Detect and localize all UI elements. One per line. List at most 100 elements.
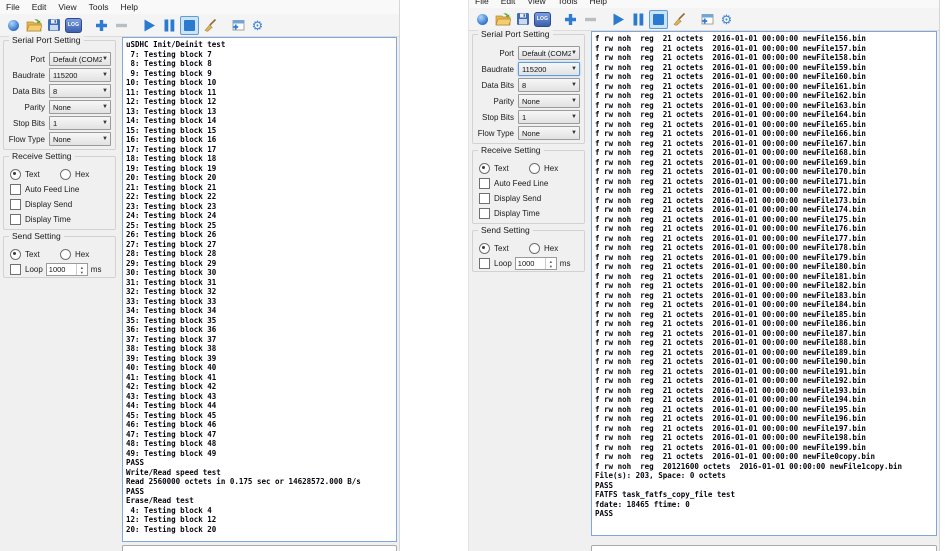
stepper-arrows-icon[interactable]: ▲▼ xyxy=(545,258,556,269)
databits-select[interactable]: 8▼ xyxy=(518,78,580,92)
group-title: Receive Setting xyxy=(478,145,544,155)
menu-bar: File Edit View Tools Help xyxy=(0,0,399,14)
pause-icon xyxy=(632,13,645,26)
parity-label: Parity xyxy=(4,103,45,112)
parity-select[interactable]: None▼ xyxy=(49,100,111,114)
send-setting-group: Send Setting Text Hex Loop 1000▲▼ ms xyxy=(472,230,585,272)
gear-icon: ⚙ xyxy=(252,19,264,32)
new-window-button[interactable] xyxy=(228,16,247,35)
port-label: Port xyxy=(473,49,514,58)
display-send-checkbox[interactable]: Display Send xyxy=(479,192,579,205)
display-send-checkbox[interactable]: Display Send xyxy=(10,198,110,211)
menu-help[interactable]: Help xyxy=(114,0,143,14)
stop-button[interactable] xyxy=(649,10,668,29)
receive-hex-radio[interactable]: Hex xyxy=(60,169,110,180)
stepper-arrows-icon[interactable]: ▲▼ xyxy=(76,264,87,275)
flowtype-select[interactable]: None▼ xyxy=(518,126,580,140)
save-button[interactable] xyxy=(513,10,532,29)
chevron-down-icon: ▼ xyxy=(571,66,577,72)
baudrate-select[interactable]: 115200▼ xyxy=(49,68,111,82)
flowtype-select[interactable]: None▼ xyxy=(49,132,111,146)
menu-view[interactable]: View xyxy=(521,0,551,8)
display-time-checkbox[interactable]: Display Time xyxy=(10,213,110,226)
save-icon xyxy=(47,18,61,32)
parity-select[interactable]: None▼ xyxy=(518,94,580,108)
menu-file[interactable]: File xyxy=(469,0,495,8)
menu-edit[interactable]: Edit xyxy=(495,0,522,8)
send-setting-group: Send Setting Text Hex Loop 1000▲▼ ms xyxy=(3,236,116,278)
open-file-button[interactable] xyxy=(24,16,43,35)
databits-label: Data Bits xyxy=(473,81,514,90)
receive-text-radio[interactable]: Text xyxy=(10,169,60,180)
menu-tools[interactable]: Tools xyxy=(83,0,115,14)
connect-button[interactable] xyxy=(4,16,23,35)
auto-feed-line-checkbox[interactable]: Auto Feed Line xyxy=(10,183,110,196)
baudrate-select[interactable]: 115200▼ xyxy=(518,62,580,76)
new-window-button[interactable] xyxy=(697,10,716,29)
menu-edit[interactable]: Edit xyxy=(26,0,53,14)
menu-file[interactable]: File xyxy=(0,0,26,14)
stopbits-select[interactable]: 1▼ xyxy=(518,110,580,124)
receive-text-radio[interactable]: Text xyxy=(479,163,529,174)
menu-help[interactable]: Help xyxy=(583,0,612,8)
serial-port-setting-group: Serial Port Setting Port Default (COM2)▼… xyxy=(3,40,116,150)
add-button[interactable] xyxy=(561,10,580,29)
send-text-radio[interactable]: Text xyxy=(479,243,529,254)
log-button[interactable]: LOG xyxy=(533,10,552,29)
open-folder-icon xyxy=(495,12,511,26)
auto-feed-line-checkbox[interactable]: Auto Feed Line xyxy=(479,177,579,190)
play-icon xyxy=(612,13,625,26)
remove-button[interactable] xyxy=(112,16,131,35)
start-button[interactable] xyxy=(609,10,628,29)
send-input[interactable] xyxy=(591,545,937,551)
receive-hex-radio[interactable]: Hex xyxy=(529,163,579,174)
pause-icon xyxy=(163,19,176,32)
remove-button[interactable] xyxy=(581,10,600,29)
loop-label: Loop xyxy=(494,259,512,268)
loop-label: Loop xyxy=(25,265,43,274)
radio-icon xyxy=(60,169,71,180)
start-button[interactable] xyxy=(140,16,159,35)
menu-view[interactable]: View xyxy=(52,0,82,14)
loop-checkbox[interactable] xyxy=(10,264,21,275)
group-title: Serial Port Setting xyxy=(9,35,84,45)
menu-bar: File Edit View Tools Help xyxy=(469,0,939,8)
loop-checkbox[interactable] xyxy=(479,258,490,269)
stopbits-select[interactable]: 1▼ xyxy=(49,116,111,130)
databits-select[interactable]: 8▼ xyxy=(49,84,111,98)
send-hex-radio[interactable]: Hex xyxy=(60,249,110,260)
open-file-button[interactable] xyxy=(493,10,512,29)
flowtype-label: Flow Type xyxy=(473,129,514,138)
clear-button[interactable] xyxy=(200,16,219,35)
chevron-down-icon: ▼ xyxy=(102,88,108,94)
connect-button[interactable] xyxy=(473,10,492,29)
save-button[interactable] xyxy=(44,16,63,35)
send-hex-radio[interactable]: Hex xyxy=(529,243,579,254)
toolbar: LOG ⚙ xyxy=(0,14,399,37)
display-time-checkbox[interactable]: Display Time xyxy=(479,207,579,220)
loop-interval-stepper[interactable]: 1000▲▼ xyxy=(515,257,557,270)
settings-button[interactable]: ⚙ xyxy=(248,16,267,35)
pause-button[interactable] xyxy=(629,10,648,29)
log-button[interactable]: LOG xyxy=(64,16,83,35)
chevron-down-icon: ▼ xyxy=(571,50,577,56)
settings-button[interactable]: ⚙ xyxy=(717,10,736,29)
console-output[interactable]: f rw noh reg 21 octets 2016-01-01 00:00:… xyxy=(591,31,937,536)
port-select[interactable]: Default (COM2)▼ xyxy=(518,46,580,60)
radio-icon xyxy=(479,243,490,254)
baudrate-label: Baudrate xyxy=(4,71,45,80)
pause-button[interactable] xyxy=(160,16,179,35)
clear-button[interactable] xyxy=(669,10,688,29)
radio-icon xyxy=(529,163,540,174)
ms-label: ms xyxy=(91,265,102,274)
console-output[interactable]: uSDHC Init/Deinit test 7: Testing block … xyxy=(122,37,397,542)
log-icon: LOG xyxy=(65,18,82,33)
port-select[interactable]: Default (COM2)▼ xyxy=(49,52,111,66)
stop-button[interactable] xyxy=(180,16,199,35)
send-input[interactable] xyxy=(122,545,397,551)
chevron-down-icon: ▼ xyxy=(571,82,577,88)
menu-tools[interactable]: Tools xyxy=(552,0,584,8)
loop-interval-stepper[interactable]: 1000▲▼ xyxy=(46,263,88,276)
send-text-radio[interactable]: Text xyxy=(10,249,60,260)
add-button[interactable] xyxy=(92,16,111,35)
